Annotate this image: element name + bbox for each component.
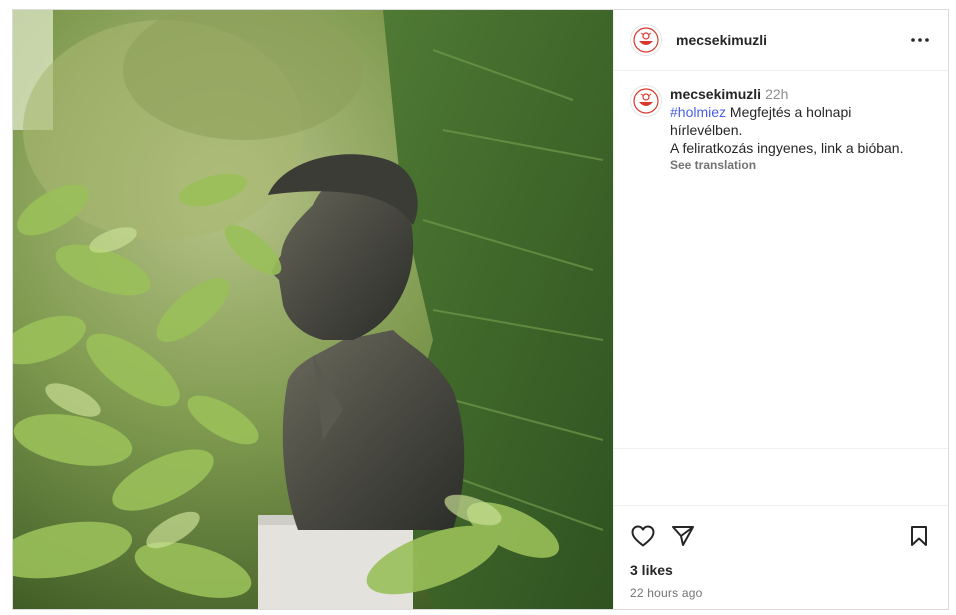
save-button[interactable] (906, 523, 932, 549)
comments-section: mecsekimuzli 22h #holmiez Megfejtés a hol… (614, 71, 948, 449)
more-options-icon (911, 38, 929, 42)
caption-body: mecsekimuzli 22h #holmiez Megfejtés a hol… (670, 85, 903, 172)
caption-time[interactable]: 22h (765, 86, 788, 102)
instagram-post: mecsekimuzli mecsekimuzli 22h #holmiez M… (12, 9, 949, 610)
like-button[interactable] (630, 523, 656, 549)
caption: mecsekimuzli 22h #holmiez Megfejtés a hol… (630, 85, 932, 172)
see-translation-button[interactable]: See translation (670, 158, 903, 172)
mecsekimuzli-logo-icon (633, 27, 659, 53)
post-timestamp[interactable]: 22 hours ago (630, 586, 932, 600)
post-side-panel: mecsekimuzli mecsekimuzli 22h #holmiez M… (613, 10, 948, 609)
header-username[interactable]: mecsekimuzli (676, 32, 767, 48)
bookmark-icon (911, 526, 927, 546)
paper-plane-icon (672, 526, 694, 546)
heart-icon (631, 525, 655, 547)
caption-username[interactable]: mecsekimuzli (670, 86, 761, 102)
caption-text-line3: A feliratkozás ingyenes, link a bióban. (670, 140, 904, 156)
post-actions: 3 likes 22 hours ago (614, 506, 948, 609)
share-button[interactable] (670, 523, 696, 549)
caption-text-line2: hírlevélben. (670, 122, 743, 138)
post-header: mecsekimuzli (614, 10, 948, 71)
more-options-button[interactable] (908, 28, 932, 52)
hashtag-link[interactable]: #holmiez (670, 104, 726, 120)
likes-count[interactable]: 3 likes (630, 562, 932, 578)
spacer-area (614, 449, 948, 506)
caption-avatar[interactable] (630, 85, 662, 117)
post-photo[interactable] (13, 10, 613, 609)
avatar[interactable] (630, 24, 662, 56)
caption-text-line1: Megfejtés a holnapi (729, 104, 852, 120)
photo-bust-in-garden (13, 10, 613, 609)
mecsekimuzli-logo-icon (633, 88, 659, 114)
action-row (630, 520, 932, 552)
